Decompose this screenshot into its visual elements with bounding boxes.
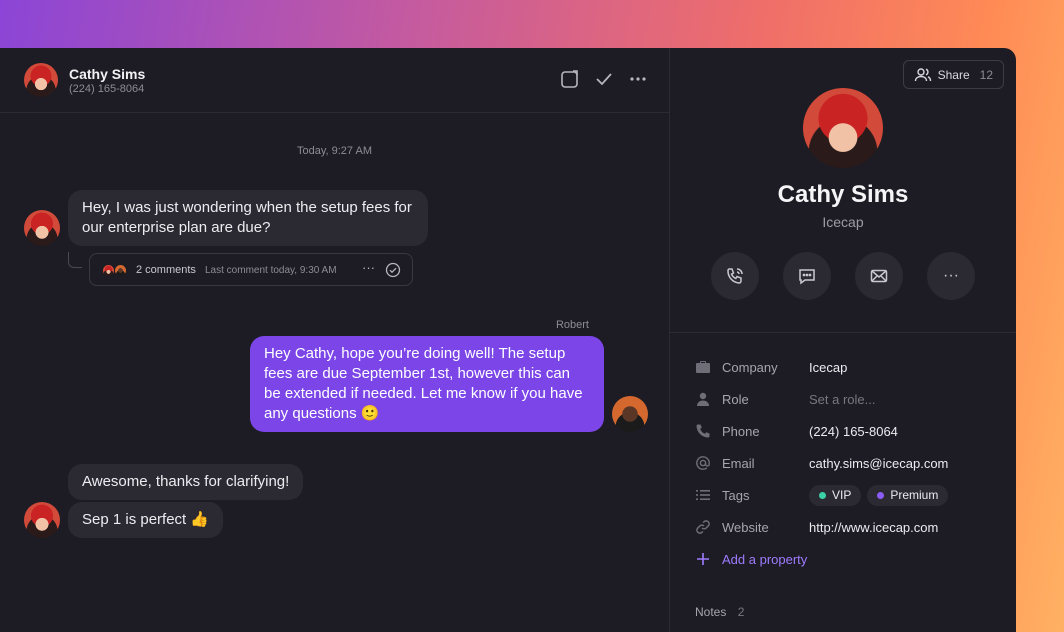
property-website[interactable]: Website http://www.icecap.com	[695, 516, 1005, 538]
message-icon	[799, 269, 815, 285]
call-icon	[727, 268, 743, 284]
conversation-pane: Cathy Sims (224) 165-8064 Today, 9:27 AM…	[0, 48, 670, 632]
commenter-avatar	[114, 264, 127, 277]
add-property-button[interactable]: Add a property	[695, 548, 1005, 570]
tag-vip[interactable]: VIP	[809, 484, 862, 506]
property-label: Role	[722, 391, 749, 407]
property-label: Email	[722, 455, 755, 471]
profile-company: Icecap	[822, 214, 864, 230]
property-label: Tags	[722, 487, 750, 503]
mail-icon	[870, 269, 888, 283]
property-value[interactable]: (224) 165-8064	[809, 424, 898, 439]
at-icon	[695, 455, 711, 471]
message-bubble-incoming[interactable]: Sep 1 is perfect 👍	[68, 502, 224, 538]
property-label: Phone	[722, 423, 760, 439]
property-role[interactable]: Role Set a role...	[695, 388, 1005, 410]
open-panel-icon[interactable]	[559, 68, 581, 90]
add-property-label: Add a property	[722, 551, 808, 567]
list-icon	[695, 487, 711, 503]
role-input[interactable]: Set a role...	[809, 392, 875, 407]
more-actions-button[interactable]: ···	[927, 252, 975, 300]
share-label: Share	[937, 67, 970, 82]
notes-label: Notes	[695, 605, 727, 619]
call-button[interactable]	[711, 252, 759, 300]
phone-icon	[695, 423, 711, 439]
property-value[interactable]: cathy.sims@icecap.com	[809, 456, 948, 471]
sender-label: Robert	[555, 319, 589, 331]
message-bubble-incoming[interactable]: Hey, I was just wondering when the setup…	[68, 190, 428, 246]
message-bubble-incoming[interactable]: Awesome, thanks for clarifying!	[68, 464, 304, 500]
tag-label: Premium	[890, 488, 939, 502]
notes-section[interactable]: Notes 2	[695, 605, 744, 619]
briefcase-icon	[695, 359, 711, 375]
person-icon	[695, 391, 711, 407]
people-icon	[914, 67, 931, 81]
share-button[interactable]: Share 12	[902, 60, 1004, 89]
property-phone[interactable]: Phone (224) 165-8064	[695, 420, 1005, 442]
profile-name: Cathy Sims	[777, 181, 909, 208]
mail-button[interactable]	[855, 252, 903, 300]
tag-label: VIP	[832, 488, 852, 502]
sender-avatar	[24, 502, 60, 538]
property-tags[interactable]: Tags VIP Premium	[695, 484, 1005, 506]
property-value[interactable]: Icecap	[809, 360, 847, 375]
tag-premium[interactable]: Premium	[867, 484, 949, 506]
comment-count: 2 comments	[136, 264, 196, 276]
property-company[interactable]: Company Icecap	[695, 356, 1005, 378]
check-icon[interactable]	[593, 68, 615, 90]
app-window: Cathy Sims (224) 165-8064 Today, 9:27 AM…	[0, 48, 1016, 632]
sender-avatar	[24, 210, 60, 246]
tag-dot	[819, 491, 826, 499]
resolve-icon[interactable]	[385, 262, 401, 278]
message-bubble-outgoing[interactable]: Hey Cathy, hope you’re doing well! The s…	[250, 336, 604, 432]
last-comment-time: Last comment today, 9:30 AM	[205, 265, 337, 276]
property-label: Company	[722, 359, 778, 375]
link-icon	[695, 519, 711, 535]
more-icon[interactable]	[627, 68, 649, 90]
more-icon: ···	[943, 267, 959, 284]
thread-connector	[68, 252, 82, 268]
contact-avatar[interactable]	[24, 63, 58, 97]
contact-panel: Share 12 Cathy Sims Icecap ··· Company I…	[670, 48, 1016, 632]
property-email[interactable]: Email cathy.sims@icecap.com	[695, 452, 1005, 474]
conversation-header: Cathy Sims (224) 165-8064	[0, 48, 669, 113]
comment-thread[interactable]: 2 comments Last comment today, 9:30 AM ·…	[89, 253, 413, 286]
profile-avatar[interactable]	[803, 88, 883, 168]
property-value[interactable]: http://www.icecap.com	[809, 520, 938, 535]
divider	[670, 332, 1016, 333]
tag-dot	[877, 491, 885, 499]
timestamp-divider: Today, 9:27 AM	[296, 145, 372, 157]
property-label: Website	[722, 519, 769, 535]
share-count: 12	[979, 67, 993, 82]
thread-more-icon[interactable]: ···	[362, 260, 375, 275]
contact-name[interactable]: Cathy Sims	[69, 66, 145, 82]
message-button[interactable]	[783, 252, 831, 300]
plus-icon	[695, 551, 711, 567]
robert-avatar	[612, 396, 648, 432]
notes-count: 2	[737, 605, 745, 619]
contact-phone: (224) 165-8064	[69, 83, 145, 95]
